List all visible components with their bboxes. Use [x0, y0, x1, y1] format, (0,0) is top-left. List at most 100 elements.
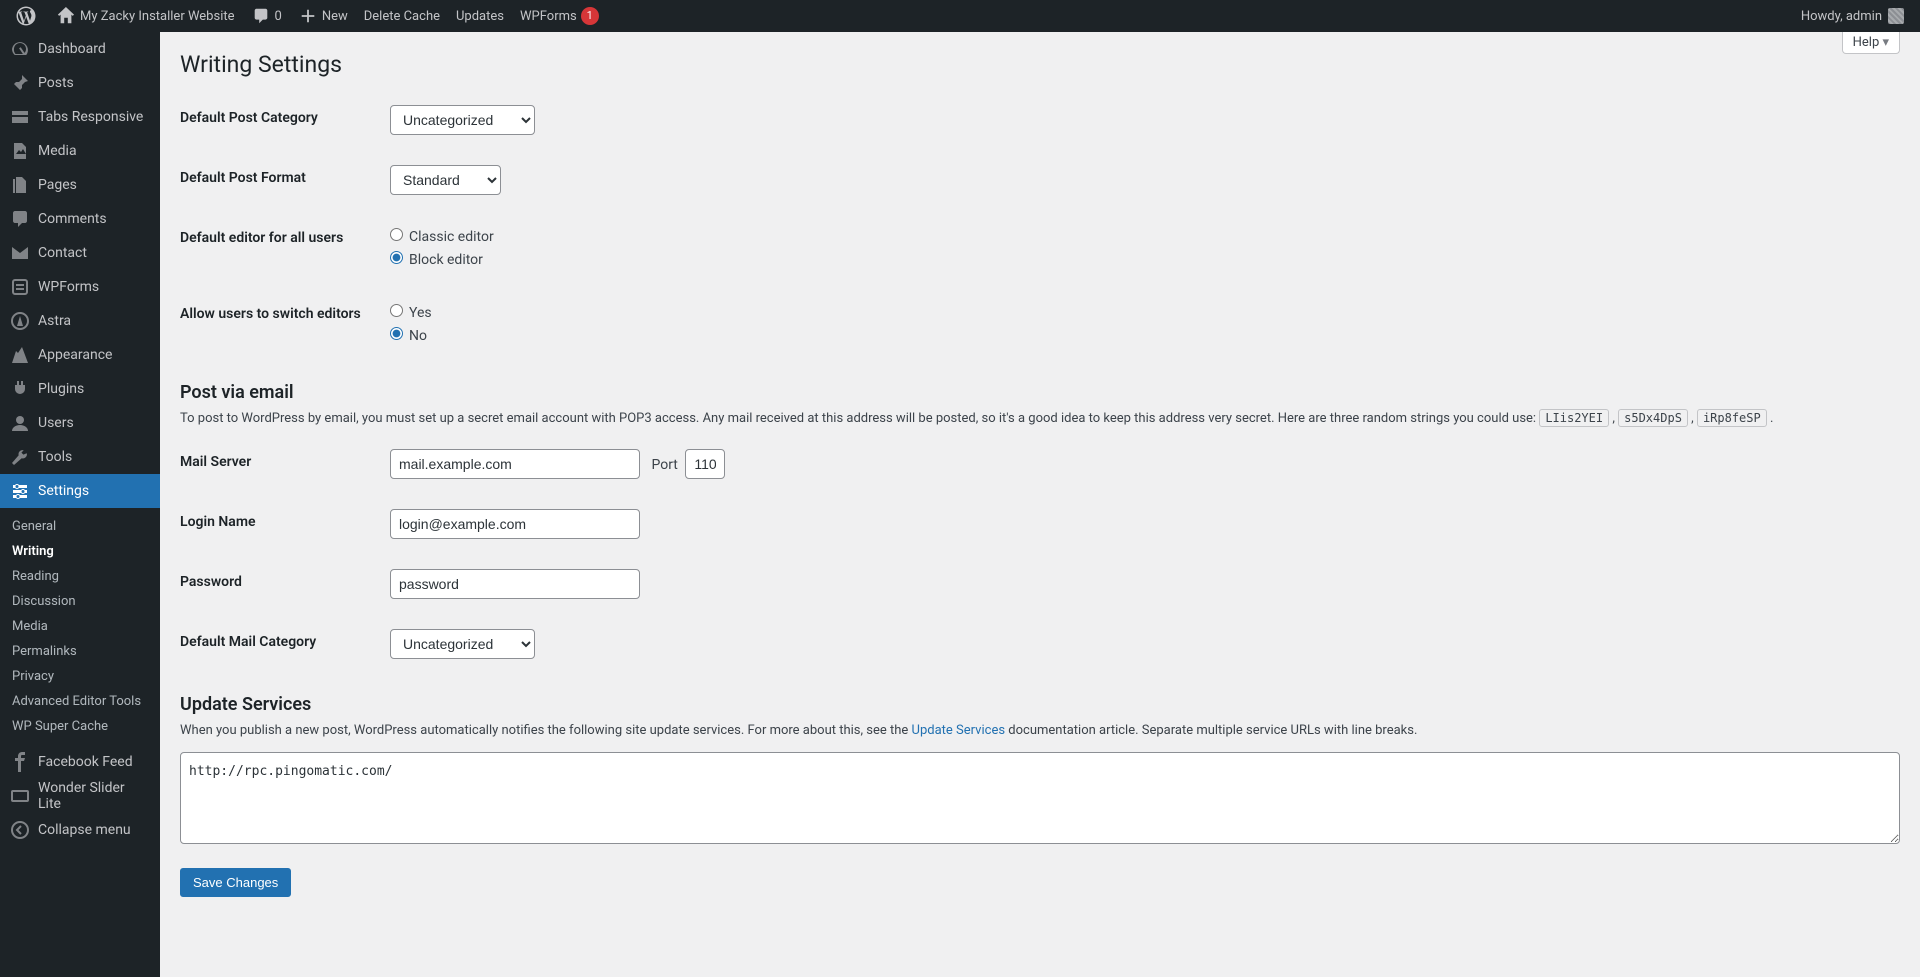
- new-content-link[interactable]: New: [290, 0, 356, 32]
- desc-post-via-email: To post to WordPress by email, you must …: [180, 411, 1900, 426]
- menu-pages[interactable]: Pages: [0, 168, 160, 202]
- menu-wonder-slider[interactable]: Wonder Slider Lite: [0, 779, 160, 813]
- save-changes-button[interactable]: Save Changes: [180, 868, 291, 897]
- page-title: Writing Settings: [180, 42, 1900, 82]
- label-port: Port: [651, 457, 677, 473]
- default-mail-category-select[interactable]: Uncategorized: [390, 629, 535, 659]
- form-icon: [10, 277, 30, 297]
- random-string-1: LIis2YEI: [1539, 409, 1609, 427]
- my-account-link[interactable]: Howdy, admin: [1793, 0, 1912, 32]
- menu-settings[interactable]: Settings: [0, 474, 160, 508]
- radio-switch-yes[interactable]: [390, 304, 403, 317]
- ping-sites-textarea[interactable]: http://rpc.pingomatic.com/: [180, 752, 1900, 844]
- radio-classic-editor[interactable]: [390, 228, 403, 241]
- radio-switch-no-label[interactable]: No: [390, 324, 1878, 347]
- wp-logo[interactable]: [8, 0, 48, 32]
- menu-comments[interactable]: Comments: [0, 202, 160, 236]
- dashboard-icon: [10, 39, 30, 59]
- menu-astra[interactable]: Astra: [0, 304, 160, 338]
- comments-link[interactable]: 0: [243, 0, 290, 32]
- comments-icon: [10, 209, 30, 229]
- menu-tabs-responsive-label: Tabs Responsive: [38, 109, 143, 125]
- page-icon: [10, 175, 30, 195]
- random-string-3: iRp8feSP: [1697, 409, 1767, 427]
- menu-wpforms[interactable]: WPForms: [0, 270, 160, 304]
- sub-general[interactable]: General: [0, 514, 160, 539]
- plus-icon: [298, 6, 318, 26]
- sub-permalinks[interactable]: Permalinks: [0, 639, 160, 664]
- menu-tools[interactable]: Tools: [0, 440, 160, 474]
- media-icon: [10, 141, 30, 161]
- password-input[interactable]: [390, 569, 640, 599]
- menu-media-label: Media: [38, 143, 77, 159]
- settings-submenu: General Writing Reading Discussion Media…: [0, 508, 160, 745]
- menu-tabs-responsive[interactable]: Tabs Responsive: [0, 100, 160, 134]
- menu-wpforms-label: WPForms: [38, 279, 99, 295]
- settings-icon: [10, 481, 30, 501]
- port-input[interactable]: [685, 449, 725, 479]
- home-icon: [56, 6, 76, 26]
- menu-contact-label: Contact: [38, 245, 87, 261]
- menu-facebook-feed-label: Facebook Feed: [38, 754, 133, 770]
- radio-block-editor[interactable]: [390, 251, 403, 264]
- tabs-icon: [10, 107, 30, 127]
- radio-switch-no[interactable]: [390, 327, 403, 340]
- sub-privacy[interactable]: Privacy: [0, 664, 160, 689]
- menu-plugins-label: Plugins: [38, 381, 84, 397]
- menu-users-label: Users: [38, 415, 74, 431]
- menu-settings-label: Settings: [38, 483, 89, 499]
- label-allow-switch: Allow users to switch editors: [180, 286, 380, 362]
- delete-cache-link[interactable]: Delete Cache: [356, 0, 448, 32]
- menu-facebook-feed[interactable]: Facebook Feed: [0, 745, 160, 779]
- sub-adv-editor[interactable]: Advanced Editor Tools: [0, 689, 160, 714]
- menu-collapse[interactable]: Collapse menu: [0, 813, 160, 847]
- menu-appearance[interactable]: Appearance: [0, 338, 160, 372]
- sub-discussion[interactable]: Discussion: [0, 589, 160, 614]
- menu-contact[interactable]: Contact: [0, 236, 160, 270]
- sub-wp-super-cache[interactable]: WP Super Cache: [0, 714, 160, 739]
- wpforms-link[interactable]: WPForms1: [512, 0, 607, 32]
- radio-block-editor-label[interactable]: Block editor: [390, 248, 1878, 271]
- mail-server-input[interactable]: [390, 449, 640, 479]
- heading-update-services: Update Services: [180, 694, 1900, 715]
- menu-comments-label: Comments: [38, 211, 107, 227]
- astra-icon: [10, 311, 30, 331]
- heading-post-via-email: Post via email: [180, 382, 1900, 403]
- update-services-link[interactable]: Update Services: [912, 723, 1006, 738]
- desc-update-services: When you publish a new post, WordPress a…: [180, 723, 1900, 738]
- menu-dashboard[interactable]: Dashboard: [0, 32, 160, 66]
- sub-reading[interactable]: Reading: [0, 564, 160, 589]
- radio-switch-yes-label[interactable]: Yes: [390, 301, 1878, 324]
- menu-tools-label: Tools: [38, 449, 72, 465]
- menu-plugins[interactable]: Plugins: [0, 372, 160, 406]
- menu-posts[interactable]: Posts: [0, 66, 160, 100]
- appearance-icon: [10, 345, 30, 365]
- default-post-category-select[interactable]: Uncategorized: [390, 105, 535, 135]
- sub-media[interactable]: Media: [0, 614, 160, 639]
- updates-link[interactable]: Updates: [448, 0, 512, 32]
- tools-icon: [10, 447, 30, 467]
- radio-classic-editor-label[interactable]: Classic editor: [390, 225, 1878, 248]
- help-tab[interactable]: Help: [1842, 32, 1900, 54]
- menu-pages-label: Pages: [38, 177, 77, 193]
- avatar-icon: [1888, 8, 1904, 24]
- site-name-label: My Zacky Installer Website: [80, 9, 235, 24]
- facebook-icon: [10, 752, 30, 772]
- default-post-format-select[interactable]: Standard: [390, 165, 501, 195]
- label-default-mail-category: Default Mail Category: [180, 614, 380, 674]
- site-name-link[interactable]: My Zacky Installer Website: [48, 0, 243, 32]
- label-default-post-format: Default Post Format: [180, 150, 380, 210]
- mail-icon: [10, 243, 30, 263]
- login-name-input[interactable]: [390, 509, 640, 539]
- menu-media[interactable]: Media: [0, 134, 160, 168]
- menu-users[interactable]: Users: [0, 406, 160, 440]
- wpforms-badge: 1: [581, 7, 599, 25]
- menu-appearance-label: Appearance: [38, 347, 112, 363]
- sub-writing[interactable]: Writing: [0, 539, 160, 564]
- comments-count: 0: [275, 9, 282, 24]
- random-string-2: s5Dx4DpS: [1618, 409, 1688, 427]
- label-mail-server: Mail Server: [180, 434, 380, 494]
- label-default-post-category: Default Post Category: [180, 90, 380, 150]
- plugin-icon: [10, 379, 30, 399]
- howdy-label: Howdy, admin: [1801, 9, 1882, 24]
